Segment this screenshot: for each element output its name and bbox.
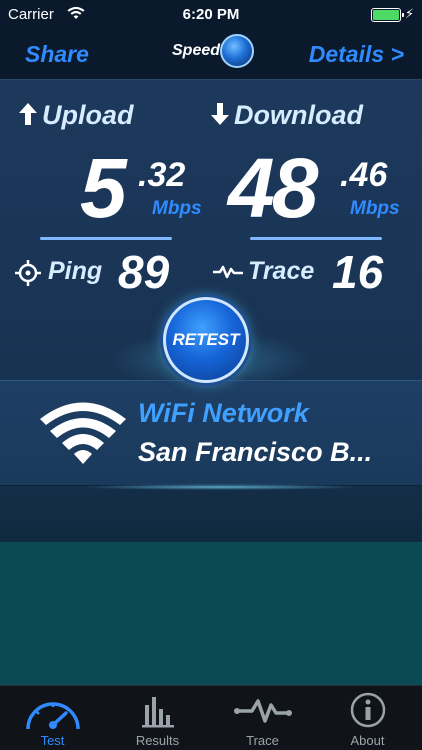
battery-icon — [371, 8, 404, 22]
nav-bar: Share Speed Details > — [0, 30, 422, 80]
tab-test-label: Test — [40, 733, 65, 748]
tab-test[interactable]: Test — [0, 686, 105, 750]
download-value-decimal: .46 — [340, 156, 388, 194]
wifi-network-icon — [40, 402, 126, 464]
upload-arrow-icon — [19, 103, 37, 125]
app-logo: Speed — [168, 30, 256, 78]
trace-wave-icon — [234, 699, 292, 723]
clock: 6:20 PM — [182, 6, 240, 23]
info-icon — [350, 692, 386, 728]
upload-divider — [40, 237, 172, 240]
download-heading: Download — [210, 100, 363, 131]
download-arrow-icon — [211, 103, 229, 125]
ping-label: Ping — [48, 257, 103, 285]
ping-value: 89 — [118, 246, 170, 298]
lower-background — [0, 542, 422, 685]
status-bar: Carrier 6:20 PM ⚡ — [0, 0, 422, 30]
speed-logo-icon — [220, 34, 254, 68]
details-button[interactable]: Details > — [309, 41, 404, 68]
crosshair-icon — [15, 260, 41, 286]
tab-trace-label: Trace — [246, 733, 279, 748]
upload-value-integer: 5 — [80, 141, 127, 235]
network-panel-glow — [80, 484, 360, 490]
download-divider — [250, 237, 382, 240]
retest-label: RETEST — [172, 330, 240, 349]
speedometer-icon — [26, 702, 80, 730]
upload-heading: Upload — [18, 100, 134, 131]
share-button[interactable]: Share — [25, 41, 89, 68]
bar-chart-icon — [142, 697, 174, 728]
tab-about[interactable]: About — [315, 686, 420, 750]
trace-wave-icon — [213, 265, 243, 279]
network-name: San Francisco B... — [138, 437, 373, 467]
retest-button[interactable]: RETEST — [163, 297, 249, 383]
download-label: Download — [234, 100, 363, 130]
network-type: WiFi Network — [138, 398, 309, 428]
download-value-integer: 48 — [228, 141, 318, 235]
tab-about-label: About — [350, 733, 385, 748]
tab-results[interactable]: Results — [105, 686, 210, 750]
trace-value: 16 — [332, 246, 384, 298]
tab-results-label: Results — [135, 733, 180, 748]
upload-value-decimal: .32 — [138, 156, 186, 194]
tab-bar: Test Results Trace About — [0, 685, 422, 750]
charging-bolt-icon: ⚡ — [405, 6, 415, 21]
tab-trace[interactable]: Trace — [210, 686, 315, 750]
trace-label: Trace — [248, 257, 315, 285]
upload-label: Upload — [42, 100, 134, 130]
logo-text: Speed — [172, 42, 221, 59]
upload-unit: Mbps — [152, 198, 202, 219]
download-unit: Mbps — [350, 198, 400, 219]
